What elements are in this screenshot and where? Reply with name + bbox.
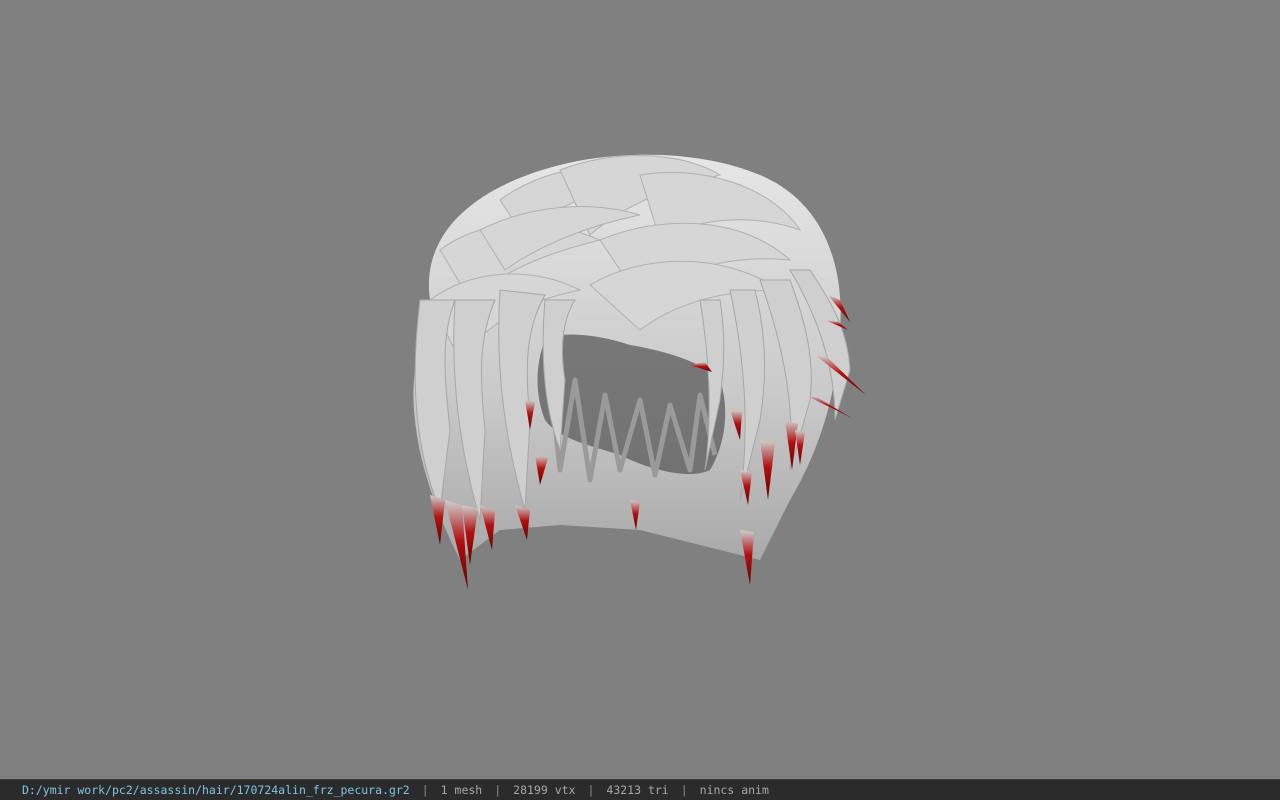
triangle-count: 43213 tri xyxy=(606,783,669,797)
hair-model-render[interactable] xyxy=(0,0,1280,779)
status-separator: | xyxy=(494,783,502,797)
mesh-count: 1 mesh xyxy=(440,783,483,797)
3d-viewport[interactable] xyxy=(0,0,1280,779)
animation-status: nincs anim xyxy=(699,783,769,797)
vertex-count: 28199 vtx xyxy=(513,783,576,797)
status-separator: | xyxy=(421,783,429,797)
status-separator: | xyxy=(587,783,595,797)
status-bar: D:/ymir work/pc2/assassin/hair/170724ali… xyxy=(0,779,1280,800)
file-path: D:/ymir work/pc2/assassin/hair/170724ali… xyxy=(22,783,410,797)
status-separator: | xyxy=(680,783,688,797)
